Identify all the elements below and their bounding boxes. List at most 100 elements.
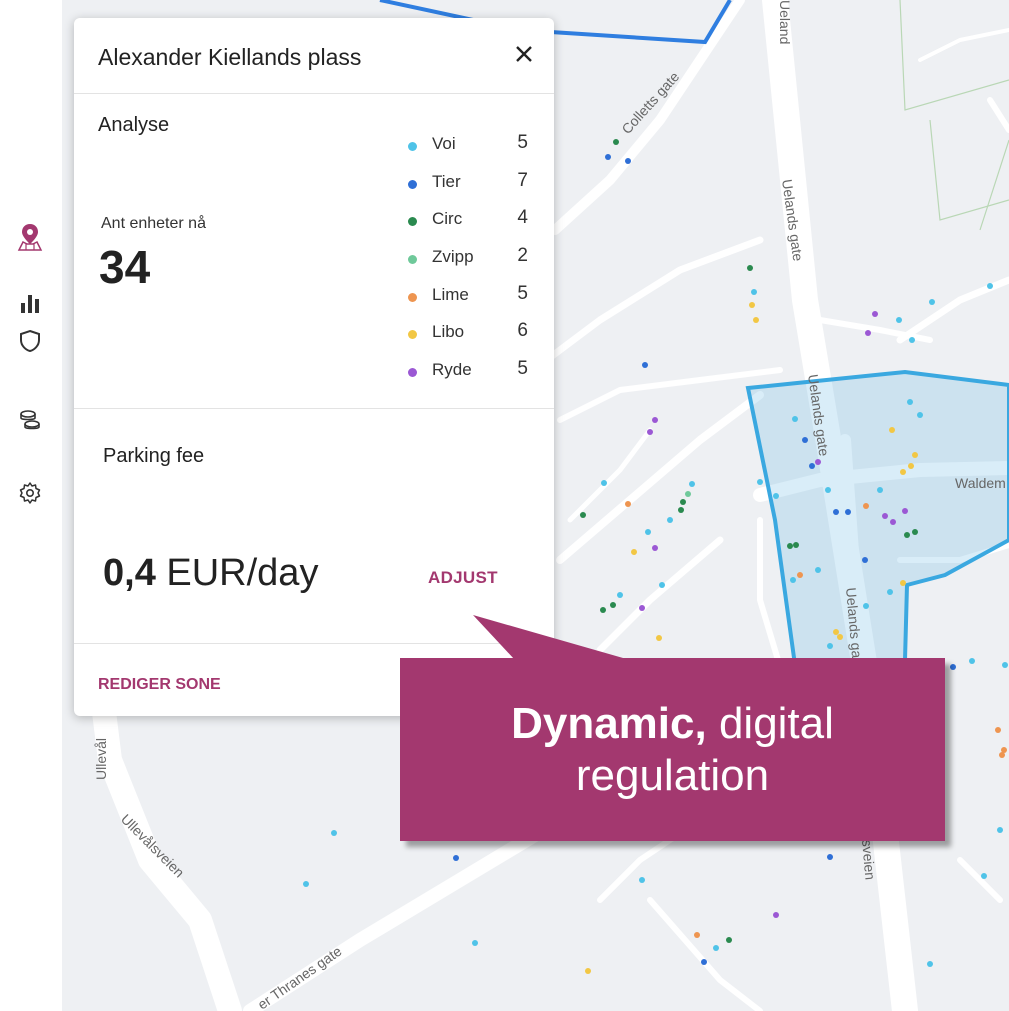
scooter-marker	[678, 507, 684, 513]
close-icon[interactable]	[515, 45, 533, 68]
scooter-marker	[797, 572, 803, 578]
scooter-marker	[713, 945, 719, 951]
callout-banner: Dynamic, digital regulation	[400, 658, 945, 841]
scooter-marker	[1002, 662, 1008, 668]
scooter-marker	[613, 139, 619, 145]
scooter-marker	[887, 589, 893, 595]
callout-line-2: regulation	[575, 750, 770, 800]
scooter-marker	[652, 545, 658, 551]
legend-name: Ryde	[432, 360, 472, 380]
scooter-marker	[773, 493, 779, 499]
legend-name: Lime	[432, 284, 469, 304]
street-label: Ullevål	[93, 738, 109, 780]
scooter-marker	[757, 479, 763, 485]
fee-amount: 0,4	[103, 552, 156, 594]
street-label: Ueland	[777, 0, 793, 44]
scooter-marker	[701, 959, 707, 965]
scooter-marker	[685, 491, 691, 497]
scooter-marker	[904, 532, 910, 538]
legend-dot	[408, 330, 417, 340]
legend-count: 2	[517, 245, 528, 267]
scooter-marker	[833, 629, 839, 635]
scooter-marker	[585, 968, 591, 974]
settings-icon[interactable]	[13, 476, 47, 510]
scooter-marker	[753, 317, 759, 323]
scooter-marker	[987, 283, 993, 289]
legend-item: Voi 5	[406, 130, 536, 168]
operator-legend: Voi 5 Tier 7 Circ 4 Zvipp 2 Lime 5 Libo 6 Ryde 5	[406, 130, 536, 394]
map-pin-icon[interactable]	[13, 220, 47, 254]
scooter-marker	[645, 529, 651, 535]
callout-bold: Dynamic,	[511, 698, 707, 748]
shield-icon[interactable]	[13, 324, 47, 358]
scooter-marker	[900, 580, 906, 586]
sidebar	[0, 0, 62, 1011]
divider	[74, 93, 554, 94]
legend-count: 5	[517, 282, 528, 304]
edit-zone-button[interactable]: REDIGER SONE	[98, 676, 221, 694]
scooter-marker	[997, 827, 1003, 833]
legend-name: Circ	[432, 209, 463, 229]
callout-line-1: Dynamic, digital	[511, 698, 834, 750]
legend-count: 6	[517, 320, 528, 342]
legend-dot	[408, 292, 417, 302]
legend-item: Circ 4	[406, 205, 536, 243]
legend-dot	[408, 255, 417, 265]
scooter-marker	[303, 881, 309, 887]
adjust-button[interactable]: ADJUST	[428, 568, 498, 588]
legend-dot	[408, 217, 417, 227]
scooter-marker	[917, 412, 923, 418]
scooter-marker	[815, 567, 821, 573]
scooter-marker	[995, 727, 1001, 733]
scooter-marker	[639, 877, 645, 883]
legend-count: 4	[517, 207, 528, 229]
legend-name: Tier	[432, 171, 461, 191]
scooter-marker	[652, 417, 658, 423]
legend-count: 7	[517, 169, 528, 191]
scooter-marker	[625, 158, 631, 164]
fee-unit: EUR/day	[155, 552, 319, 594]
fee-value: 0,4 EUR/day	[103, 552, 318, 595]
scooter-marker	[927, 961, 933, 967]
legend-count: 5	[517, 358, 528, 380]
legend-item: Ryde 5	[406, 356, 536, 394]
unit-count-value: 34	[99, 241, 151, 293]
legend-item: Zvipp 2	[406, 243, 536, 281]
callout-rest: digital	[706, 698, 834, 748]
close-button[interactable]	[506, 38, 542, 74]
legend-count: 5	[517, 132, 528, 153]
fee-title: Parking fee	[103, 445, 205, 467]
street-label: Waldem	[955, 475, 1006, 491]
scooter-marker	[862, 557, 868, 563]
scooter-marker	[580, 512, 586, 518]
scooter-marker	[908, 463, 914, 469]
scooter-marker	[802, 437, 808, 443]
scooter-marker	[827, 643, 833, 649]
scooter-marker	[981, 873, 987, 879]
street-label: er Thranes gate	[255, 943, 345, 1011]
scooter-marker	[902, 508, 908, 514]
scooter-marker	[837, 634, 843, 640]
scooter-marker	[659, 582, 665, 588]
scooter-marker	[726, 937, 732, 943]
scooter-marker	[950, 664, 956, 670]
legend-dot	[408, 368, 417, 378]
scooter-marker	[639, 605, 645, 611]
scooter-marker	[929, 299, 935, 305]
street-label: sveien	[859, 839, 878, 881]
coins-icon[interactable]	[13, 403, 47, 437]
zone-panel: Alexander Kiellands plass Analyse Ant en…	[74, 18, 554, 716]
zone-title: Alexander Kiellands plass	[98, 44, 362, 70]
scooter-marker	[896, 317, 902, 323]
legend-item: Tier 7	[406, 168, 536, 206]
scooter-marker	[610, 602, 616, 608]
divider	[74, 408, 554, 409]
scooter-marker	[792, 416, 798, 422]
scooter-marker	[815, 459, 821, 465]
scooter-marker	[877, 487, 883, 493]
scooter-marker	[453, 855, 459, 861]
scooter-marker	[907, 399, 913, 405]
bar-chart-icon[interactable]	[13, 286, 47, 320]
scooter-marker	[845, 509, 851, 515]
unit-count-label: Ant enheter nå	[101, 215, 206, 232]
